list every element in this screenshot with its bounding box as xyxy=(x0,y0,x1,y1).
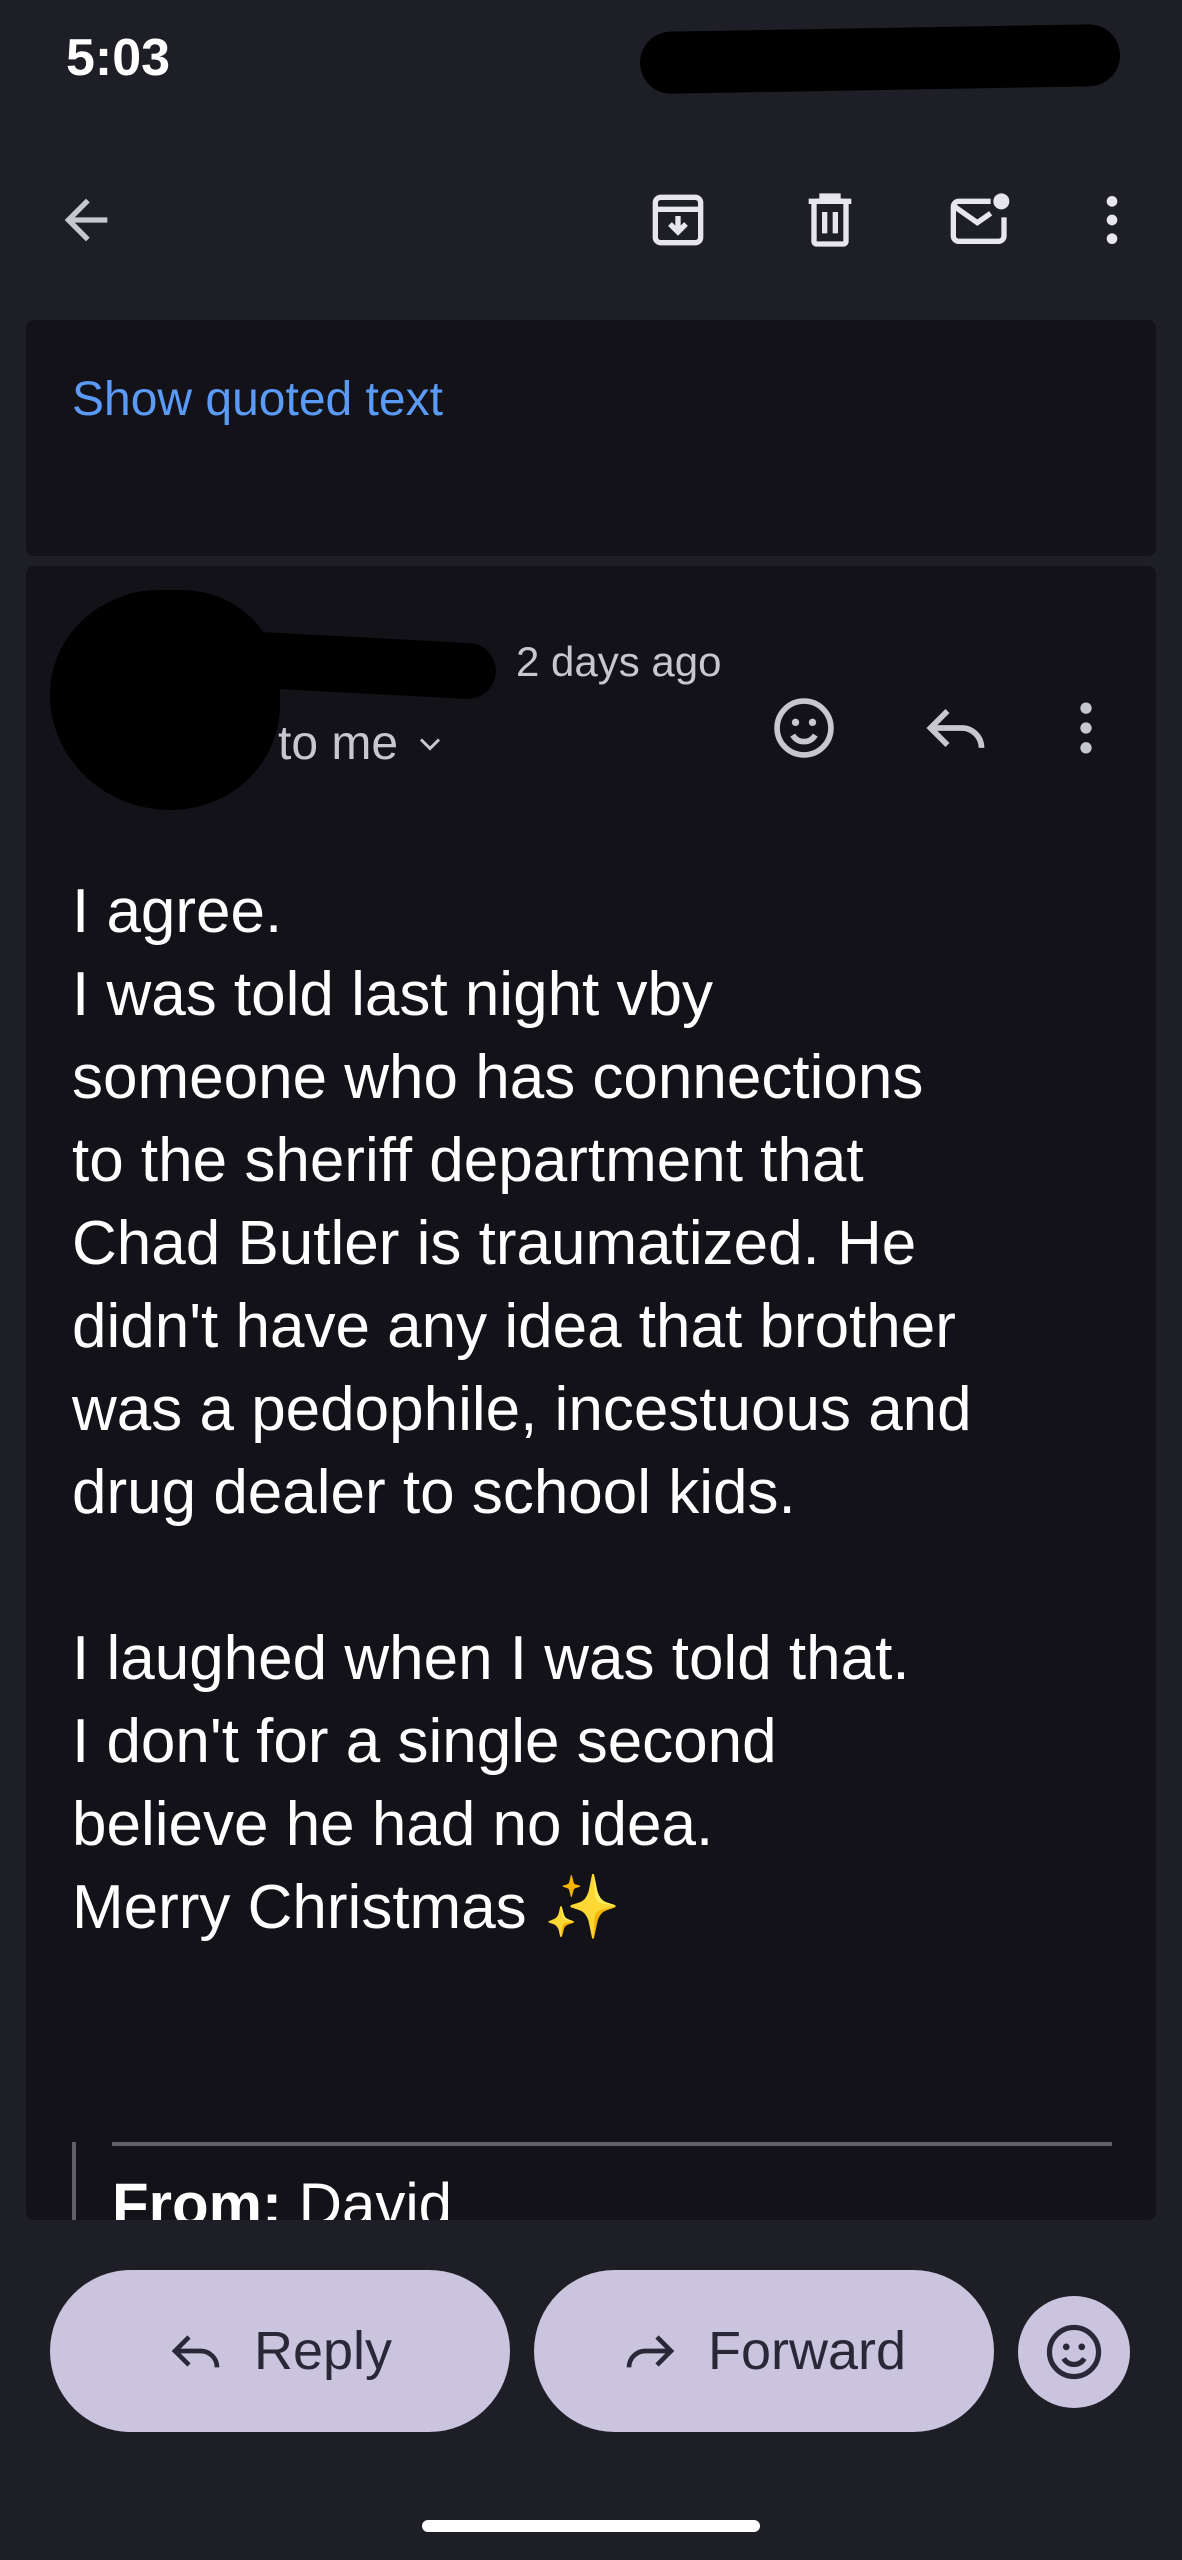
body-line: Merry Christmas ✨ xyxy=(72,1873,622,1942)
message-time: 2 days ago xyxy=(516,638,722,685)
body-line: I agree. xyxy=(72,877,283,946)
body-line: I don't for a single second xyxy=(72,1707,777,1776)
body-line: someone who has connections xyxy=(72,1043,924,1112)
reply-icon-button[interactable] xyxy=(914,686,998,770)
forward-icon xyxy=(626,2335,675,2368)
previous-message-card: Show quoted text xyxy=(26,320,1156,556)
add-reaction-icon xyxy=(1046,2324,1102,2380)
message-card: 2 days ago to me I agree. I was told las… xyxy=(26,566,1156,2220)
smiley-icon xyxy=(774,698,834,758)
bottom-actions: Reply Forward xyxy=(0,2220,1182,2560)
more-vert-icon xyxy=(1080,702,1092,754)
add-reaction-button[interactable] xyxy=(762,686,846,770)
recipient-details-toggle[interactable]: to me xyxy=(278,716,448,771)
home-indicator[interactable] xyxy=(422,2520,760,2532)
emoji-reaction-button[interactable] xyxy=(1018,2296,1130,2408)
mail-unread-icon xyxy=(950,193,1010,244)
reply-button[interactable]: Reply xyxy=(50,2270,510,2432)
quoted-from-label: From: xyxy=(112,2171,282,2220)
quote-bar xyxy=(72,2142,76,2220)
mark-unread-button[interactable] xyxy=(940,180,1020,260)
quote-divider xyxy=(112,2142,1112,2146)
delete-button[interactable] xyxy=(790,180,870,260)
recipient-label: to me xyxy=(278,717,399,770)
forward-button[interactable]: Forward xyxy=(534,2270,994,2432)
top-toolbar xyxy=(0,150,1182,290)
quoted-from-name: David xyxy=(298,2171,453,2220)
body-line: believe he had no idea. xyxy=(72,1790,714,1859)
show-quoted-text-link[interactable]: Show quoted text xyxy=(72,372,443,427)
trash-icon xyxy=(808,193,852,247)
body-line: Chad Butler is traumatized. He xyxy=(72,1209,917,1278)
body-line: I laughed when I was told that. xyxy=(72,1624,910,1693)
status-bar: 5:03 xyxy=(0,0,1182,120)
more-vert-icon xyxy=(1106,196,1118,244)
body-line: to the sheriff department that xyxy=(72,1126,864,1195)
back-button[interactable] xyxy=(46,180,126,260)
forward-label: Forward xyxy=(707,2321,907,2381)
quoted-from-line: From: David xyxy=(112,2170,452,2220)
archive-icon xyxy=(652,194,704,246)
chevron-down-icon xyxy=(419,737,441,751)
body-line: didn't have any idea that brother xyxy=(72,1292,956,1361)
message-more-button[interactable] xyxy=(1044,686,1128,770)
body-line xyxy=(72,1534,1142,1617)
message-body: I agree. I was told last night vby someo… xyxy=(72,870,1142,1949)
reply-icon xyxy=(926,708,985,749)
more-options-button[interactable] xyxy=(1072,180,1152,260)
reply-label: Reply xyxy=(253,2321,393,2381)
status-time: 5:03 xyxy=(66,29,171,87)
archive-button[interactable] xyxy=(638,180,718,260)
redacted-status-icons xyxy=(639,23,1121,95)
body-line: drug dealer to school kids. xyxy=(72,1458,796,1527)
redacted-avatar xyxy=(50,590,280,810)
body-line: I was told last night vby xyxy=(72,960,713,1029)
body-line: was a pedophile, incestuous and xyxy=(72,1375,972,1444)
reply-icon xyxy=(171,2335,220,2368)
arrow-back-icon xyxy=(64,198,108,242)
